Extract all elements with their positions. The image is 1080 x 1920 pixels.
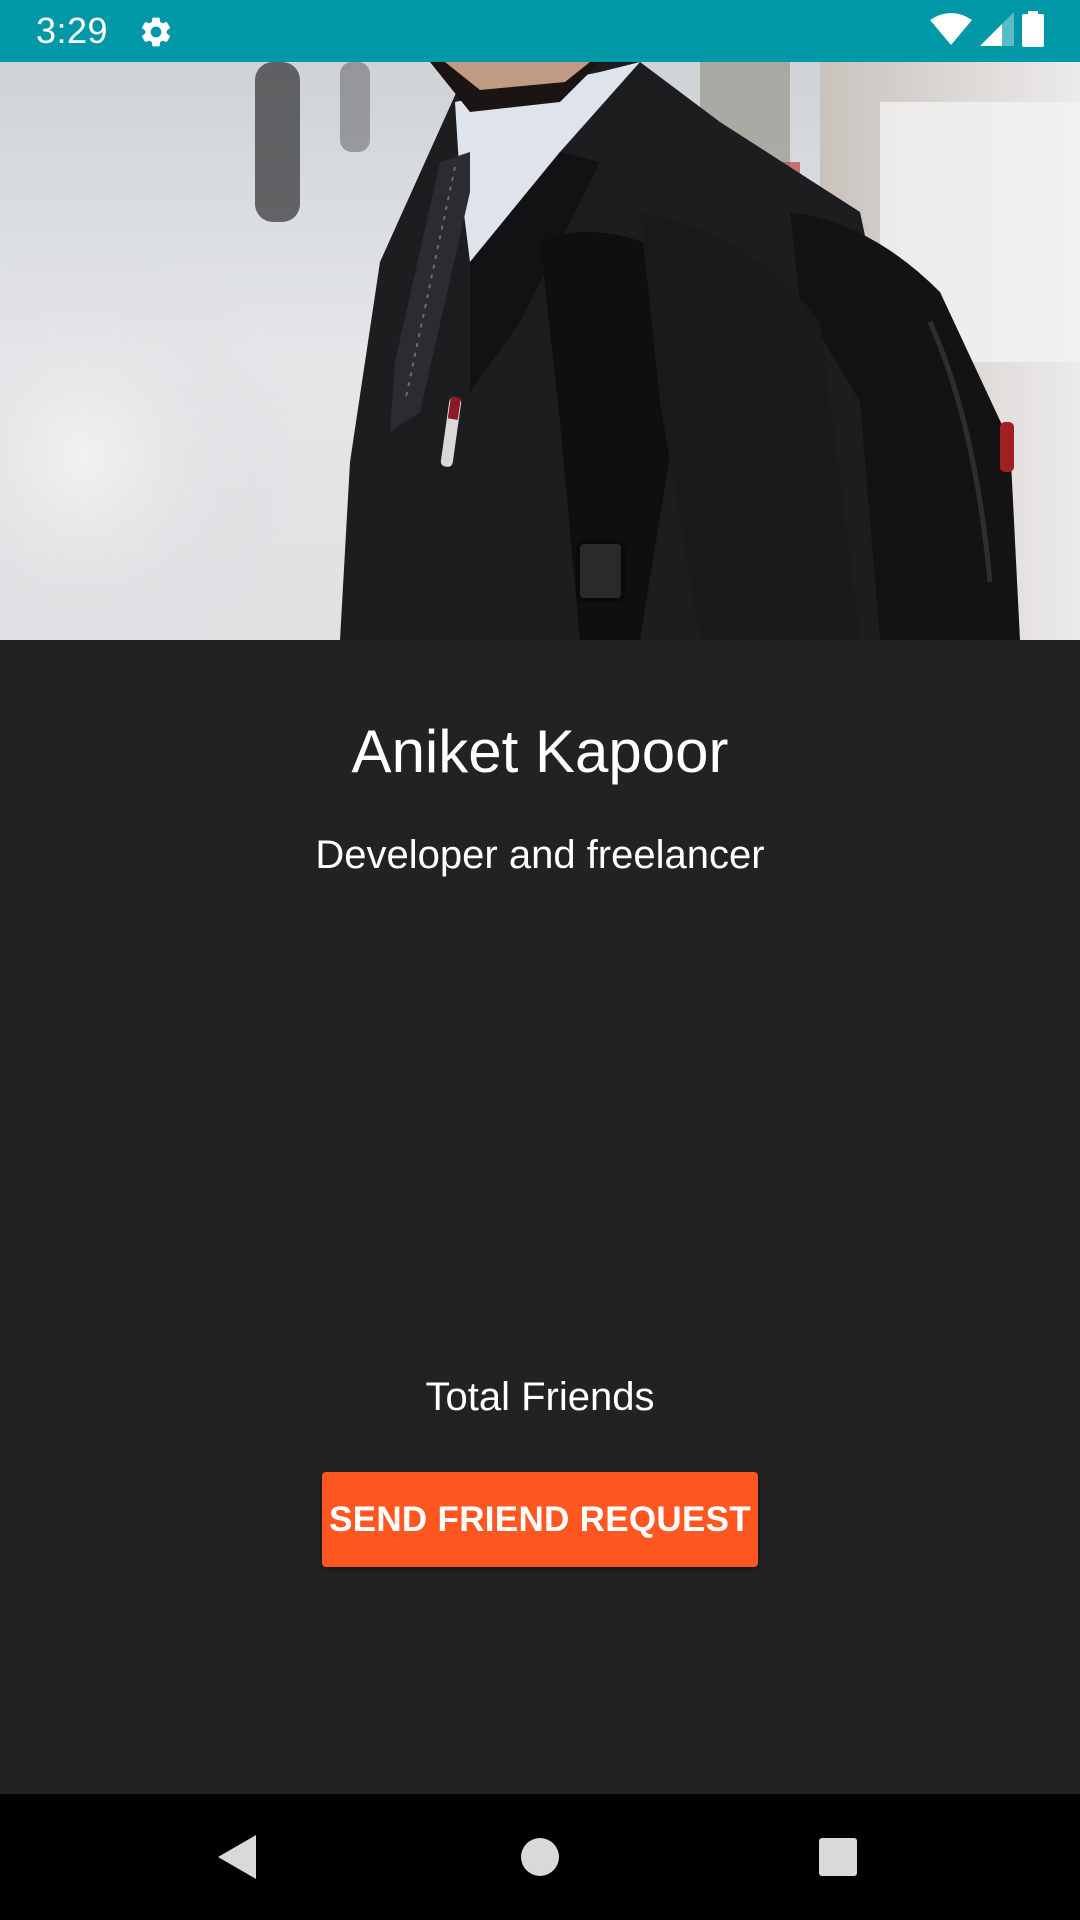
battery-icon [1022,10,1044,52]
recents-icon[interactable] [808,1827,868,1887]
profile-screen: 3:29 Aniket Kapoor Developer and freelan… [0,0,1080,1920]
back-icon[interactable] [208,1827,268,1887]
cover-photo [0,62,1080,640]
status-bar: 3:29 [0,0,1080,62]
total-friends-label: Total Friends [425,1375,655,1419]
cellular-signal-icon [980,11,1014,51]
settings-icon [138,14,174,50]
status-time: 3:29 [36,10,109,51]
status-icons [930,10,1044,52]
profile-status: Developer and freelancer [315,833,765,877]
profile-name: Aniket Kapoor [351,718,729,785]
navigation-bar [0,1794,1080,1920]
wifi-icon [930,12,972,51]
home-icon[interactable] [510,1827,570,1887]
send-friend-request-button[interactable]: SEND FRIEND REQUEST [322,1472,758,1567]
